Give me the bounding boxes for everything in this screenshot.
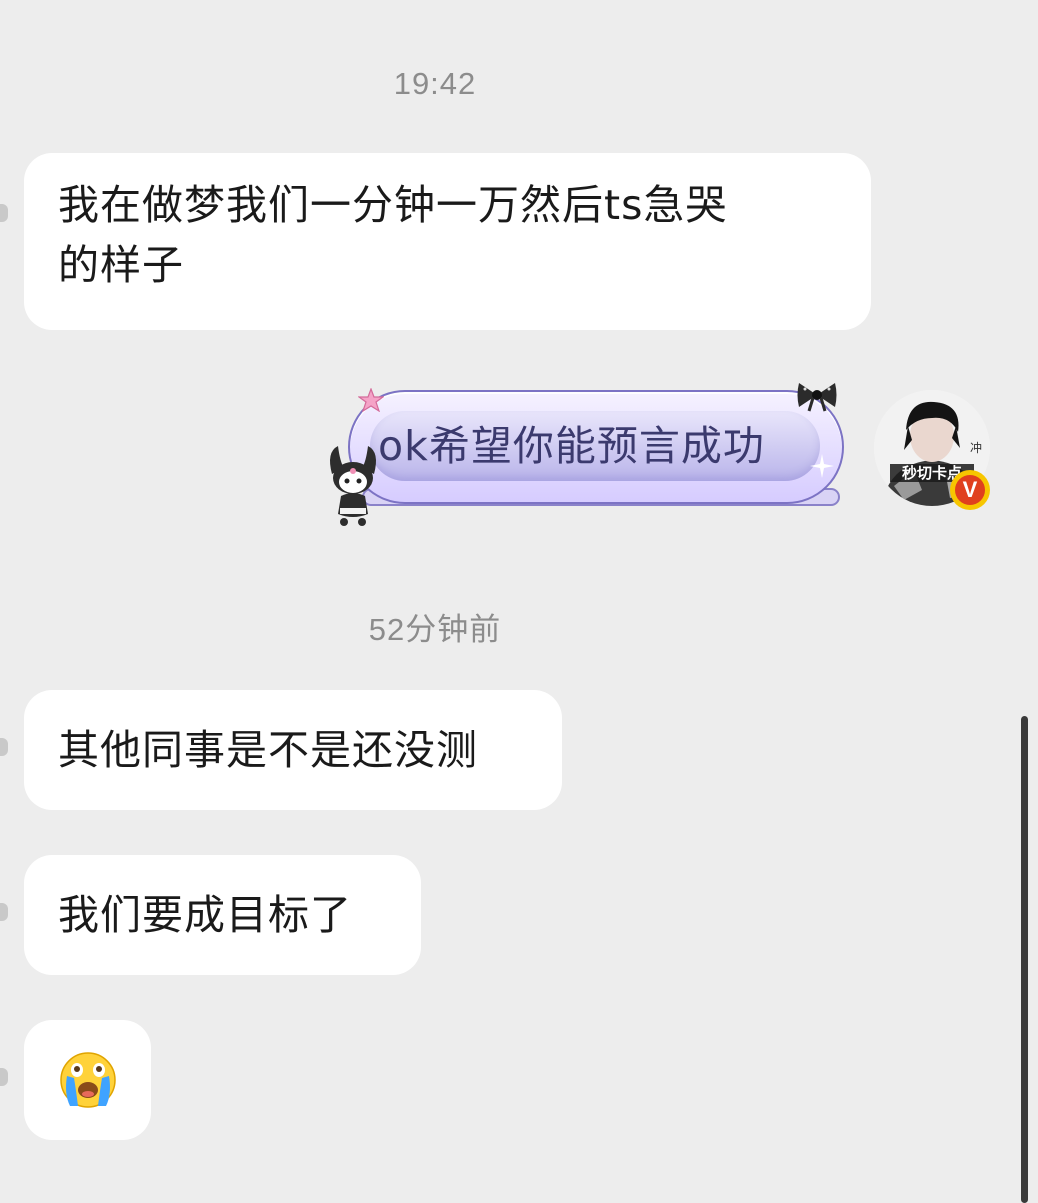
message-text: 我们要成目标了: [58, 891, 352, 939]
outgoing-message-bubble[interactable]: ok希望你能预言成功: [322, 378, 852, 528]
incoming-message-bubble[interactable]: 我在做梦我们一分钟一万然后ts急哭 的样子: [24, 153, 871, 330]
timestamp: 19:42: [393, 66, 477, 101]
incoming-message-bubble[interactable]: 我们要成目标了: [24, 855, 421, 975]
contact-avatar-edge[interactable]: [0, 1068, 8, 1086]
svg-text:冲: 冲: [970, 440, 982, 455]
timestamp: 52分钟前: [368, 612, 502, 647]
message-text: ok希望你能预言成功: [378, 422, 765, 470]
contact-avatar-edge[interactable]: [0, 903, 8, 921]
kuromi-sticker-icon: [330, 446, 376, 526]
contact-avatar-edge[interactable]: [0, 204, 8, 222]
scrollbar[interactable]: [1021, 716, 1028, 1203]
message-text-line-1: 我在做梦我们一分钟一万然后ts急哭: [58, 181, 728, 229]
verified-badge-icon: V: [950, 470, 990, 510]
crying-face-icon: [60, 1052, 116, 1108]
message-text: 其他同事是不是还没测: [58, 726, 478, 774]
message-text-line-2: 的样子: [58, 241, 184, 289]
incoming-emoji-bubble[interactable]: [24, 1020, 151, 1140]
bow-icon: [797, 383, 837, 412]
verified-badge-letter: V: [955, 475, 985, 505]
contact-avatar-edge[interactable]: [0, 738, 8, 756]
star-icon: [358, 388, 384, 412]
sparkle-icon: [810, 454, 834, 478]
incoming-message-bubble[interactable]: 其他同事是不是还没测: [24, 690, 562, 810]
